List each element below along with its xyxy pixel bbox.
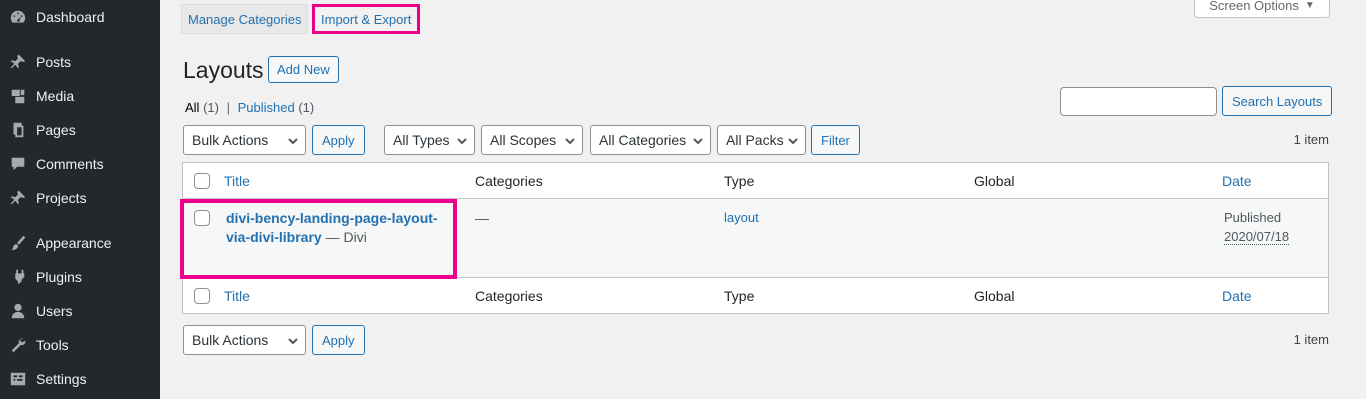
sidebar-item-appearance[interactable]: Appearance [0, 226, 160, 260]
pin-icon [8, 52, 28, 72]
bulk-actions-select-top[interactable]: Bulk Actions [183, 125, 306, 155]
row-type-link[interactable]: layout [724, 210, 759, 225]
sidebar-item-users[interactable]: Users [0, 294, 160, 328]
view-published-count: (1) [298, 100, 315, 115]
sidebar-item-projects[interactable]: Projects [0, 181, 160, 215]
media-icon [8, 86, 28, 106]
view-all-link[interactable]: All [185, 100, 199, 115]
sidebar-item-label: Tools [36, 337, 69, 353]
column-categories-header: Categories [475, 172, 543, 189]
sidebar-item-posts[interactable]: Posts [0, 45, 160, 79]
sidebar-item-label: Users [36, 303, 73, 319]
row-categories: — [475, 210, 489, 226]
filter-button[interactable]: Filter [811, 125, 860, 155]
search-input[interactable] [1060, 87, 1217, 116]
chevron-down-icon [692, 134, 704, 146]
view-separator: | [226, 100, 230, 115]
settings-icon [8, 369, 28, 389]
select-all-checkbox-footer[interactable] [194, 288, 210, 304]
type-filter-select[interactable]: All Types [384, 125, 475, 155]
column-title-header[interactable]: Title [224, 173, 250, 189]
sidebar-item-plugins[interactable]: Plugins [0, 260, 160, 294]
chevron-down-icon [787, 134, 799, 146]
page-title: Layouts [183, 57, 264, 83]
column-type-footer: Type [724, 287, 755, 304]
sidebar-item-settings[interactable]: Settings [0, 362, 160, 396]
sidebar-item-label: Settings [36, 371, 87, 387]
admin-sidebar: Dashboard Posts Media Pages Comments Pro… [0, 0, 160, 399]
column-date-footer[interactable]: Date [1222, 288, 1252, 304]
plugin-icon [8, 267, 28, 287]
sidebar-item-comments[interactable]: Comments [0, 147, 160, 181]
sidebar-item-label: Posts [36, 54, 72, 70]
tab-manage-categories[interactable]: Manage Categories [181, 4, 309, 34]
column-date-header[interactable]: Date [1222, 173, 1252, 189]
column-type-header: Type [724, 172, 755, 189]
sidebar-item-label: Dashboard [36, 9, 105, 25]
sidebar-item-dashboard[interactable]: Dashboard [0, 0, 160, 34]
items-count-bottom: 1 item [1293, 332, 1329, 347]
wrench-icon [8, 335, 28, 355]
chevron-down-icon [456, 134, 468, 146]
sidebar-item-label: Projects [36, 190, 87, 206]
triangle-down-icon: ▼ [1304, 0, 1315, 11]
scope-filter-value: All Scopes [490, 132, 557, 148]
dashboard-icon [8, 7, 28, 27]
sidebar-item-tools[interactable]: Tools [0, 328, 160, 362]
table-footer: Title Categories Type Global Date [183, 277, 1328, 313]
pin-icon [8, 188, 28, 208]
search-layouts-button[interactable]: Search Layouts [1222, 86, 1333, 116]
sidebar-item-label: Pages [36, 122, 76, 138]
sidebar-item-label: Media [36, 88, 75, 104]
view-all-count: (1) [203, 100, 219, 115]
chevron-down-icon [287, 134, 299, 146]
sidebar-item-label: Comments [36, 156, 104, 172]
bulk-actions-value: Bulk Actions [192, 132, 269, 148]
screen-options-button[interactable]: Screen Options ▼ [1194, 0, 1330, 18]
pages-icon [8, 120, 28, 140]
category-filter-select[interactable]: All Categories [590, 125, 711, 155]
status-views: All (1) | Published (1) [185, 100, 314, 115]
table-header: Title Categories Type Global Date [183, 163, 1328, 199]
scope-filter-select[interactable]: All Scopes [481, 125, 583, 155]
brush-icon [8, 233, 28, 253]
column-title-footer[interactable]: Title [224, 288, 250, 304]
column-global-footer: Global [974, 287, 1015, 304]
column-categories-footer: Categories [475, 287, 543, 304]
view-published-link[interactable]: Published [238, 100, 295, 115]
comment-icon [8, 154, 28, 174]
row-date: 2020/07/18 [1224, 229, 1290, 245]
pack-filter-select[interactable]: All Packs [717, 125, 806, 155]
pack-filter-value: All Packs [726, 132, 784, 148]
sidebar-item-pages[interactable]: Pages [0, 113, 160, 147]
sidebar-item-media[interactable]: Media [0, 79, 160, 113]
screen-options-label: Screen Options [1209, 0, 1299, 13]
row-date-status: Published [1224, 210, 1282, 225]
sidebar-item-label: Appearance [36, 235, 112, 251]
chevron-down-icon [564, 134, 576, 146]
apply-button-bottom[interactable]: Apply [312, 325, 365, 355]
user-icon [8, 301, 28, 321]
select-all-checkbox[interactable] [194, 173, 210, 189]
chevron-down-icon [287, 334, 299, 346]
type-filter-value: All Types [393, 132, 450, 148]
row-highlight-box [180, 199, 457, 279]
column-global-header: Global [974, 172, 1015, 189]
bulk-actions-value: Bulk Actions [192, 332, 269, 348]
bulk-actions-select-bottom[interactable]: Bulk Actions [183, 325, 306, 355]
items-count-top: 1 item [1293, 132, 1329, 147]
sidebar-item-label: Plugins [36, 269, 82, 285]
apply-button-top[interactable]: Apply [312, 125, 365, 155]
add-new-button[interactable]: Add New [268, 56, 339, 83]
category-filter-value: All Categories [599, 132, 687, 148]
tab-import-export[interactable]: Import & Export [312, 4, 421, 34]
